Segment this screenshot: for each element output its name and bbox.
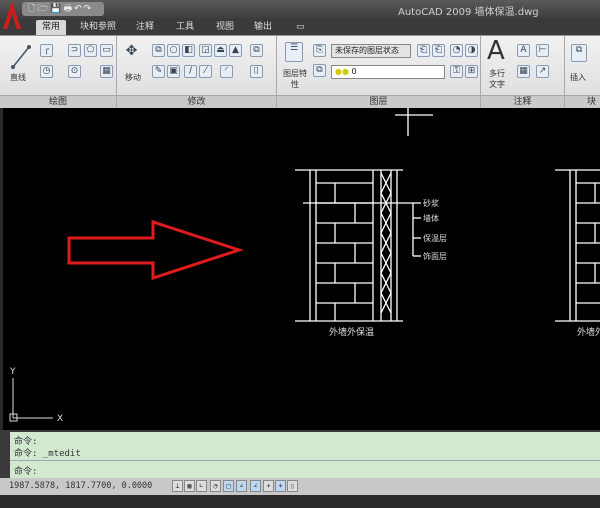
- tab-blocks-references[interactable]: 块和参照: [74, 20, 122, 35]
- callout-finish: 饰面层: [423, 251, 447, 261]
- panel-label: 注释: [481, 95, 564, 108]
- layer-isolate-icon[interactable]: ⎗: [432, 44, 445, 57]
- panel-label: 修改: [117, 95, 276, 108]
- dimension-icon[interactable]: ⊢: [536, 44, 549, 57]
- join-icon[interactable]: ⁄: [199, 65, 212, 78]
- drawing-canvas[interactable]: 砂浆 墙体 保温层 饰面层 外墙外保温 外墙外 Y X: [3, 108, 600, 430]
- leader-icon[interactable]: ↗: [536, 65, 549, 78]
- dyn-toggle[interactable]: +: [263, 480, 274, 492]
- table-icon[interactable]: ▦: [517, 65, 530, 78]
- scale-icon[interactable]: ◲: [199, 44, 212, 57]
- tab-home[interactable]: 常用: [36, 20, 67, 35]
- ribbon: 直线 ╭ ⊃ ⬠ ▭ ◷ ⊙ ▦ 绘图 ✥ 移动 ⧉ ○ ◧ ◲ ⏏ ▲ ⧉ ✎…: [0, 35, 600, 108]
- copy-icon[interactable]: ⧉: [152, 44, 165, 57]
- multiline-text-icon[interactable]: A: [487, 36, 505, 66]
- line-icon[interactable]: [10, 44, 32, 70]
- tab-view[interactable]: 视图: [210, 20, 240, 35]
- ducs-toggle[interactable]: ∠: [250, 480, 261, 492]
- panel-draw: 直线 ╭ ⊃ ⬠ ▭ ◷ ⊙ ▦ 绘图: [0, 36, 117, 108]
- tab-annotate[interactable]: 注释: [130, 20, 160, 35]
- polygon-icon[interactable]: ⬠: [84, 44, 97, 57]
- quick-access-toolbar[interactable]: 🗋🗁💾🖶↶↷: [22, 2, 104, 16]
- layer-properties-button[interactable]: 图层特性: [283, 68, 307, 90]
- panel-modify: ✥ 移动 ⧉ ○ ◧ ◲ ⏏ ▲ ⧉ ✎ ▣ / ⁄ ◜ ⌷ 修改: [117, 36, 277, 108]
- fillet-icon[interactable]: ◜: [220, 65, 233, 78]
- command-history-line: 命令: _mtedit: [14, 449, 81, 459]
- polyline-icon[interactable]: ╭: [40, 44, 53, 57]
- rotate-icon[interactable]: ○: [167, 44, 180, 57]
- layer-walk-icon[interactable]: ⊞: [465, 65, 478, 78]
- status-bar: 1987.5878, 1817.7700, 0.0000 ⊥ ▦ ∟ ◔ □ ∠…: [0, 478, 600, 495]
- insert-button[interactable]: 插入: [570, 72, 586, 83]
- layer-properties-icon[interactable]: ☰: [285, 42, 303, 62]
- panel-label: 绘图: [0, 95, 116, 108]
- tab-output[interactable]: 输出: [248, 20, 278, 35]
- wall-section-drawing: [295, 108, 600, 322]
- command-input[interactable]: 命令:: [14, 464, 37, 477]
- panel-annotation: A 多行文字 A ⊢ ▦ ↗ 注释: [481, 36, 565, 108]
- move-icon[interactable]: ✥: [125, 44, 138, 59]
- erase-icon[interactable]: ✎: [152, 65, 165, 78]
- stretch-icon[interactable]: ⏏: [214, 44, 227, 57]
- hatch-icon[interactable]: ▦: [100, 65, 113, 78]
- callout-wall: 墙体: [423, 213, 439, 223]
- single-line-text-icon[interactable]: A: [517, 44, 530, 57]
- layer-name: 0: [351, 67, 357, 76]
- multiline-text-button[interactable]: 多行文字: [488, 68, 506, 90]
- layer-match-icon[interactable]: ⧉: [313, 64, 326, 77]
- break-icon[interactable]: /: [184, 65, 197, 78]
- array-icon[interactable]: ▣: [167, 65, 180, 78]
- layer-state-icon[interactable]: ⎘: [313, 44, 326, 57]
- drawing: 砂浆 墙体 保温层 饰面层 外墙外保温 外墙外 Y X: [9, 108, 600, 424]
- panel-label: 块: [565, 95, 600, 108]
- move-button[interactable]: 移动: [125, 72, 141, 83]
- ucs-y-label: Y: [9, 367, 16, 377]
- grid-toggle[interactable]: ▦: [184, 480, 195, 492]
- explode-icon[interactable]: ⌷: [250, 65, 263, 78]
- panel-label: 图层: [277, 95, 480, 108]
- layer-off-icon[interactable]: ◔: [450, 44, 463, 57]
- ucs-x-label: X: [57, 414, 63, 424]
- layer-lock-icon[interactable]: ⚿: [450, 65, 463, 78]
- trim-icon[interactable]: ◧: [182, 44, 195, 57]
- drawing-caption-2: 外墙外: [577, 326, 600, 338]
- layer-status-icons: ●●: [335, 67, 349, 76]
- offset-icon[interactable]: ⧉: [250, 44, 263, 57]
- ribbon-minimize-button[interactable]: ▭: [290, 20, 311, 35]
- ortho-toggle[interactable]: ∟: [196, 480, 207, 492]
- ellipse-icon[interactable]: ⊙: [68, 65, 81, 78]
- snap-toggle[interactable]: ⊥: [172, 480, 183, 492]
- arc-icon[interactable]: ⊃: [68, 44, 81, 57]
- drawing-caption: 外墙外保温: [329, 326, 374, 338]
- title-bar: 🗋🗁💾🖶↶↷ AutoCAD 2009 墙体保温.dwg: [0, 0, 600, 19]
- layer-dropdown[interactable]: ●● 0: [331, 65, 445, 79]
- panel-block: ⧉ 插入 块: [565, 36, 600, 108]
- line-button[interactable]: 直线: [10, 72, 26, 83]
- coordinates-readout: 1987.5878, 1817.7700, 0.0000: [9, 481, 153, 491]
- quick-properties-toggle[interactable]: ▯: [287, 480, 298, 492]
- callout-mortar: 砂浆: [423, 198, 439, 208]
- rectangle-icon[interactable]: ▭: [100, 44, 113, 57]
- insert-block-icon[interactable]: ⧉: [571, 44, 587, 62]
- layer-freeze-icon[interactable]: ◑: [465, 44, 478, 57]
- red-arrow: [67, 219, 244, 281]
- window-title: AutoCAD 2009 墙体保温.dwg: [398, 7, 539, 18]
- layer-previous-icon[interactable]: ⎗: [417, 44, 430, 57]
- circle-icon[interactable]: ◷: [40, 65, 53, 78]
- mirror-icon[interactable]: ▲: [229, 44, 242, 57]
- otrack-toggle[interactable]: ∠: [236, 480, 247, 492]
- tab-tools[interactable]: 工具: [170, 20, 200, 35]
- osnap-toggle[interactable]: □: [223, 480, 234, 492]
- ribbon-tabs: 常用 块和参照 注释 工具 视图 输出 ▭: [0, 19, 600, 35]
- panel-layers: ☰ 图层特性 ⎘ ⧉ 未保存的图层状态 ●● 0 ⎗ ⎗ ◔ ◑ ⚿ ⊞ 图层: [277, 36, 481, 108]
- layer-state-dropdown[interactable]: 未保存的图层状态: [331, 44, 411, 58]
- polar-toggle[interactable]: ◔: [210, 480, 221, 492]
- lineweight-toggle[interactable]: +: [275, 480, 286, 492]
- ucs-icon: [9, 378, 53, 422]
- command-window: 命令: 命令: _mtedit 命令:: [0, 430, 600, 478]
- callout-insulation: 保温层: [423, 233, 447, 243]
